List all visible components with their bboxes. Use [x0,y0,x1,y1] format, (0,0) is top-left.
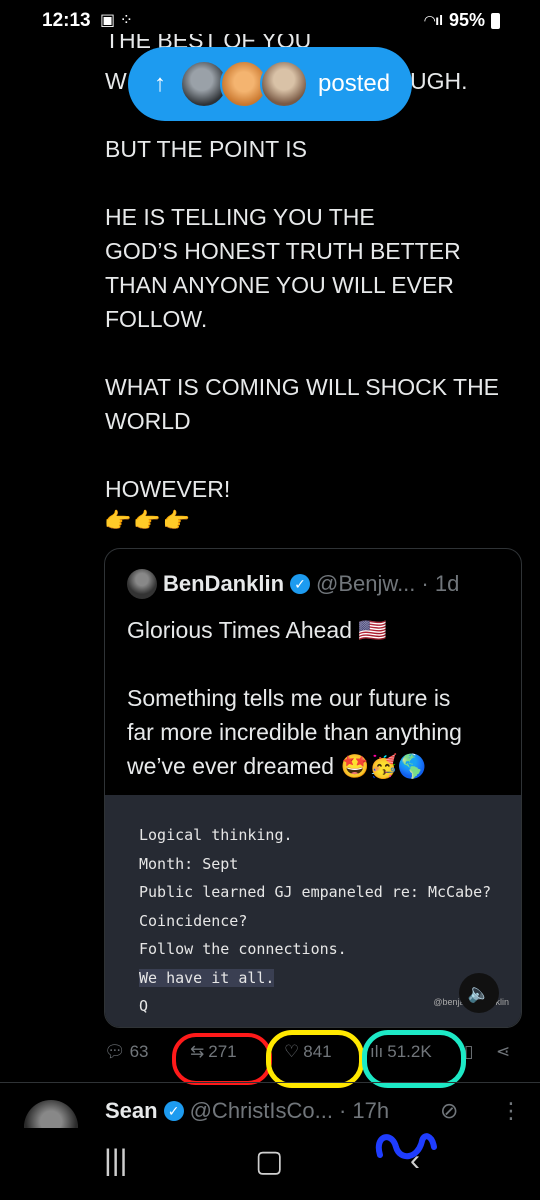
system-nav-bar: ||| ▢ ‹ [0,1128,540,1200]
yellow-annotation-circle [266,1030,364,1088]
quoted-author-handle: @Benjw... [316,571,416,596]
media-text: Logical thinking. Month: Sept Public lea… [139,826,492,1015]
reply-button[interactable]: 💬︎ 63 [104,1042,149,1062]
status-time: 12:13 [42,10,91,31]
arrow-up-icon: ↑ [154,70,166,97]
blue-annotation-scribble [375,1133,437,1159]
more-options-icon[interactable]: ⋮ [500,1098,522,1124]
post-line-left: W [105,68,127,94]
new-posts-pill[interactable]: ↑ posted [128,47,412,121]
avatar[interactable] [127,569,157,599]
recent-apps-button[interactable]: ||| [104,1144,127,1178]
battery-icon [491,12,500,29]
share-button[interactable]: ⋖ [496,1042,510,1062]
next-post-time: · 17h [338,1098,390,1123]
cyan-annotation-circle [362,1030,466,1088]
posted-label: posted [318,70,391,97]
mute-toggle-icon[interactable]: 🔈 [459,973,499,1013]
avatar [260,60,308,108]
next-author-name[interactable]: Sean [105,1098,158,1124]
share-icon: ⋖ [496,1042,511,1061]
home-button[interactable]: ▢ [255,1144,283,1179]
post-line-right: UGH. [410,68,468,94]
grok-icon[interactable]: ⊘ [440,1098,458,1124]
notification-icons: ▣ ⁘ [100,12,133,29]
quoted-post-header: BenDanklin ✓ @Benjw... · 1d [127,569,459,599]
pointing-emoji: 👉👉👉 [104,508,193,533]
wifi-icon: ◠ıl [424,12,443,28]
verified-badge-icon: ✓ [163,1101,184,1121]
quoted-post-card[interactable]: BenDanklin ✓ @Benjw... · 1d Glorious Tim… [104,548,522,1028]
next-author-handle: @ChristIsCo... [189,1098,333,1123]
verified-badge-icon: ✓ [290,574,311,594]
quoted-post-time: · 1d [421,571,460,596]
divider [0,1082,540,1083]
quoted-post-text: Glorious Times Ahead 🇺🇸 Something tells … [127,617,462,779]
status-right: ◠ıl 95% [424,10,500,31]
next-post[interactable]: Sean ✓ @ChristIsCo... · 17h ⊘ ⋮ [0,1092,540,1154]
reply-count: 63 [129,1042,149,1061]
poster-avatars [180,60,308,108]
reply-icon: 💬︎ [104,1042,126,1061]
quoted-author-name[interactable]: BenDanklin [163,571,284,597]
next-post-header: Sean ✓ @ChristIsCo... · 17h [105,1098,389,1124]
quoted-media[interactable]: Logical thinking. Month: Sept Public lea… [105,795,521,1027]
red-annotation-circle [172,1033,272,1085]
battery-text: 95% [448,10,485,30]
post-body: BUT THE POINT IS HE IS TELLING YOU THE G… [105,136,500,502]
